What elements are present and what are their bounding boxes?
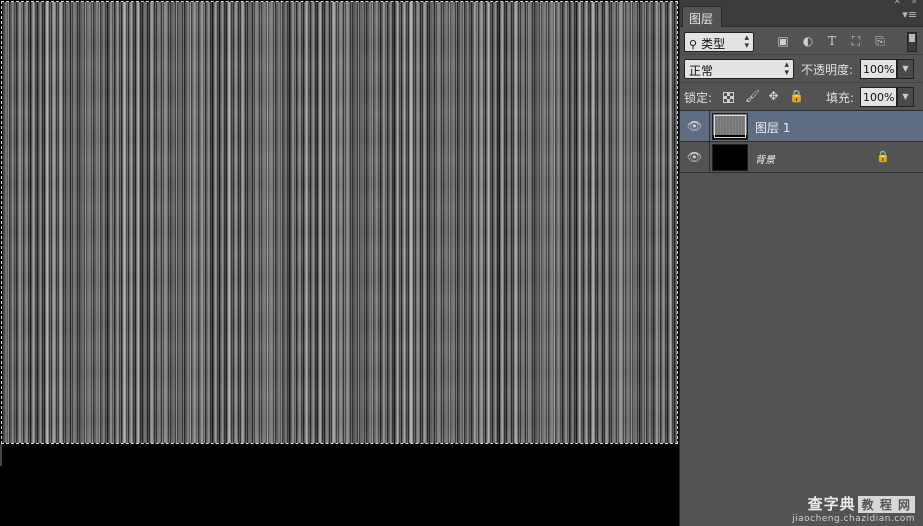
- watermark-brand: 查字典教 程 网: [792, 493, 915, 514]
- watermark-url: jiaocheng.chazidian.com: [792, 514, 915, 524]
- watermark-boxed-text: 教 程 网: [857, 496, 915, 513]
- selection-marquee: [1, 1, 678, 444]
- blend-row: 正常 ▴ ▾ 不透明度: 100% ▼: [680, 55, 923, 83]
- dropdown-arrows-icon: ▴ ▾: [744, 33, 749, 51]
- opacity-slider-arrow[interactable]: ▼: [897, 59, 914, 79]
- fill-label: 填充:: [826, 91, 855, 105]
- brush-icon[interactable]: 🖌: [745, 90, 760, 103]
- fill-input[interactable]: 100%: [860, 87, 897, 107]
- dropdown-arrows-icon: ▴ ▾: [784, 60, 789, 78]
- layer-filter-row: ⚲ 类型 ▴ ▾ ▣ ◐ T ⛶ ⎘: [680, 27, 923, 55]
- adjustment-filter-icon[interactable]: ◐: [801, 34, 815, 48]
- canvas-edge: [0, 444, 2, 466]
- opacity-input[interactable]: 100%: [860, 59, 897, 79]
- lock-icon: 🔒: [876, 150, 890, 163]
- watermark: 查字典教 程 网 jiaocheng.chazidian.com: [792, 493, 915, 524]
- type-filter-icon[interactable]: T: [825, 34, 839, 48]
- layer-thumbnail: [712, 144, 748, 171]
- shape-filter-icon[interactable]: ⛶: [849, 34, 863, 48]
- layer-thumbnail: [712, 113, 748, 140]
- layer-name[interactable]: 背景: [755, 151, 775, 166]
- search-icon: ⚲: [689, 38, 698, 51]
- blend-mode-label: 正常: [689, 64, 714, 78]
- fill-slider-arrow[interactable]: ▼: [897, 87, 914, 107]
- lock-transparent-pixels-icon[interactable]: [723, 92, 734, 103]
- lock-icon[interactable]: 🔒: [789, 90, 804, 103]
- eye-icon[interactable]: 👁: [680, 111, 710, 142]
- watermark-brand-text: 查字典: [807, 495, 856, 513]
- layers-panel: ✕ » 图层 ▾≡ ⚲ 类型 ▴ ▾ ▣ ◐ T ⛶ ⎘ 正常 ▴ ▾ 不透明度: 1…: [679, 0, 923, 526]
- move-icon[interactable]: ✥: [767, 90, 780, 103]
- filter-kind-label: 类型: [701, 37, 726, 51]
- layer-row[interactable]: 👁 图层 1: [680, 111, 923, 142]
- tab-layers[interactable]: 图层: [682, 6, 723, 27]
- blend-mode-select[interactable]: 正常 ▴ ▾: [684, 59, 794, 79]
- layer-name[interactable]: 图层 1: [755, 119, 790, 136]
- smart-object-filter-icon[interactable]: ⎘: [873, 34, 887, 48]
- filter-kind-select[interactable]: ⚲ 类型 ▴ ▾: [684, 32, 754, 52]
- eye-icon[interactable]: 👁: [680, 142, 710, 173]
- panel-tab-row: 图层 ▾≡: [680, 6, 923, 27]
- filter-toggle-switch[interactable]: [907, 32, 917, 52]
- opacity-label: 不透明度:: [801, 63, 854, 77]
- lock-row: 锁定: 🖌 ✥ 🔒 填充: 100% ▼: [680, 83, 923, 111]
- panel-menu-icon[interactable]: ▾≡: [902, 8, 917, 21]
- lock-label: 锁定:: [684, 91, 713, 105]
- document-canvas[interactable]: [0, 0, 679, 526]
- layer-row[interactable]: 👁 背景 🔒: [680, 142, 923, 173]
- image-filter-icon[interactable]: ▣: [776, 34, 790, 48]
- layers-list: 👁 图层 1 👁 背景 🔒: [680, 111, 923, 173]
